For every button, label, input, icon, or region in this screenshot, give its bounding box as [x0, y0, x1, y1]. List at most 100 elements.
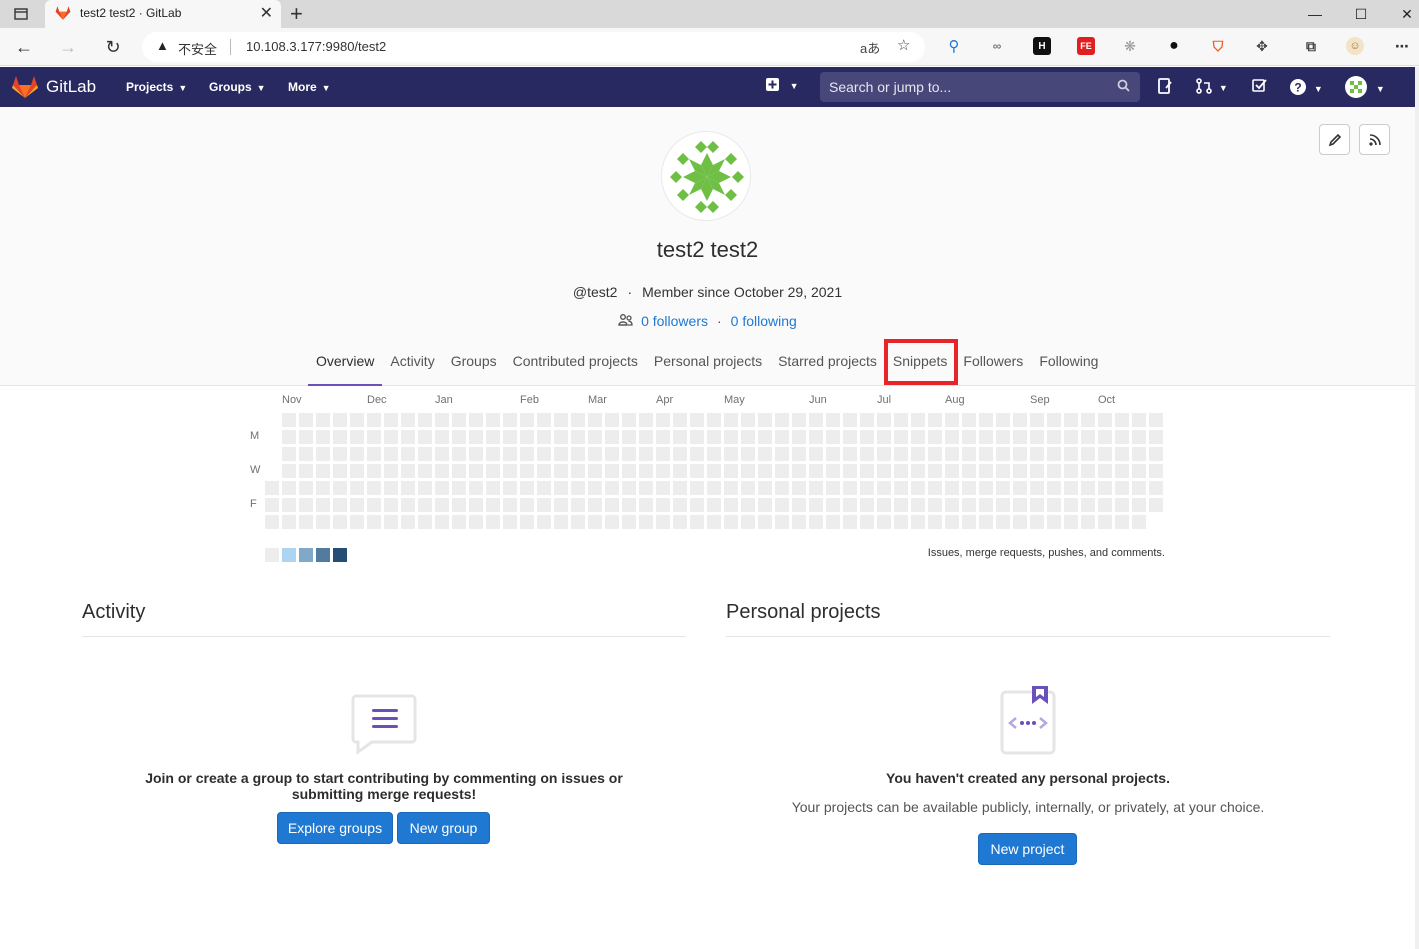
calendar-day-cell[interactable] [486, 447, 500, 461]
calendar-day-cell[interactable] [690, 430, 704, 444]
calendar-day-cell[interactable] [316, 498, 330, 512]
calendar-day-cell[interactable] [809, 498, 823, 512]
calendar-day-cell[interactable] [1030, 481, 1044, 495]
calendar-day-cell[interactable] [503, 430, 517, 444]
tab-groups[interactable]: Groups [443, 343, 505, 386]
calendar-day-cell[interactable] [1047, 515, 1061, 529]
calendar-day-cell[interactable] [350, 447, 364, 461]
calendar-day-cell[interactable] [758, 464, 772, 478]
followers-link[interactable]: 0 followers [641, 313, 708, 329]
calendar-day-cell[interactable] [418, 481, 432, 495]
calendar-day-cell[interactable] [1013, 413, 1027, 427]
calendar-day-cell[interactable] [588, 464, 602, 478]
favorite-star-icon[interactable]: ☆ [897, 36, 910, 54]
calendar-day-cell[interactable] [979, 430, 993, 444]
calendar-day-cell[interactable] [452, 430, 466, 444]
calendar-day-cell[interactable] [1013, 498, 1027, 512]
calendar-day-cell[interactable] [554, 515, 568, 529]
calendar-day-cell[interactable] [1030, 464, 1044, 478]
calendar-day-cell[interactable] [588, 515, 602, 529]
calendar-day-cell[interactable] [401, 498, 415, 512]
calendar-day-cell[interactable] [843, 464, 857, 478]
calendar-day-cell[interactable] [809, 430, 823, 444]
calendar-day-cell[interactable] [486, 413, 500, 427]
calendar-day-cell[interactable] [945, 481, 959, 495]
calendar-day-cell[interactable] [809, 413, 823, 427]
calendar-day-cell[interactable] [265, 481, 279, 495]
edit-profile-button[interactable] [1319, 124, 1350, 155]
calendar-day-cell[interactable] [435, 481, 449, 495]
calendar-day-cell[interactable] [350, 498, 364, 512]
calendar-day-cell[interactable] [962, 515, 976, 529]
calendar-day-cell[interactable] [1081, 515, 1095, 529]
calendar-day-cell[interactable] [826, 464, 840, 478]
calendar-day-cell[interactable] [792, 447, 806, 461]
calendar-day-cell[interactable] [741, 464, 755, 478]
calendar-day-cell[interactable] [554, 447, 568, 461]
calendar-day-cell[interactable] [571, 413, 585, 427]
calendar-day-cell[interactable] [894, 498, 908, 512]
calendar-day-cell[interactable] [945, 447, 959, 461]
calendar-day-cell[interactable] [1064, 515, 1078, 529]
calendar-day-cell[interactable] [843, 447, 857, 461]
calendar-day-cell[interactable] [1064, 447, 1078, 461]
calendar-day-cell[interactable] [469, 447, 483, 461]
calendar-day-cell[interactable] [860, 413, 874, 427]
calendar-day-cell[interactable] [639, 464, 653, 478]
calendar-day-cell[interactable] [894, 515, 908, 529]
calendar-day-cell[interactable] [299, 447, 313, 461]
calendar-day-cell[interactable] [282, 413, 296, 427]
calendar-day-cell[interactable] [1115, 498, 1129, 512]
calendar-day-cell[interactable] [758, 481, 772, 495]
calendar-day-cell[interactable] [469, 498, 483, 512]
calendar-day-cell[interactable] [792, 481, 806, 495]
calendar-day-cell[interactable] [1081, 481, 1095, 495]
calendar-day-cell[interactable] [1047, 481, 1061, 495]
tab-activity[interactable]: Activity [382, 343, 442, 386]
calendar-day-cell[interactable] [622, 464, 636, 478]
calendar-day-cell[interactable] [282, 515, 296, 529]
calendar-day-cell[interactable] [452, 447, 466, 461]
calendar-day-cell[interactable] [571, 464, 585, 478]
calendar-day-cell[interactable] [469, 430, 483, 444]
calendar-day-cell[interactable] [996, 515, 1010, 529]
calendar-day-cell[interactable] [1047, 430, 1061, 444]
calendar-day-cell[interactable] [435, 413, 449, 427]
calendar-day-cell[interactable] [741, 447, 755, 461]
calendar-day-cell[interactable] [1081, 447, 1095, 461]
calendar-day-cell[interactable] [452, 515, 466, 529]
tab-followers[interactable]: Followers [955, 343, 1031, 386]
calendar-day-cell[interactable] [741, 481, 755, 495]
calendar-day-cell[interactable] [826, 413, 840, 427]
calendar-day-cell[interactable] [979, 413, 993, 427]
calendar-day-cell[interactable] [860, 430, 874, 444]
calendar-day-cell[interactable] [758, 413, 772, 427]
calendar-day-cell[interactable] [945, 464, 959, 478]
calendar-day-cell[interactable] [758, 447, 772, 461]
calendar-day-cell[interactable] [724, 413, 738, 427]
rss-feed-button[interactable] [1359, 124, 1390, 155]
calendar-day-cell[interactable] [452, 498, 466, 512]
calendar-day-cell[interactable] [571, 430, 585, 444]
calendar-day-cell[interactable] [1132, 498, 1146, 512]
calendar-day-cell[interactable] [418, 430, 432, 444]
help-icon[interactable]: ? ▼ [1289, 78, 1323, 99]
extension-h-icon[interactable]: H [1033, 37, 1051, 55]
calendar-day-cell[interactable] [1132, 413, 1146, 427]
calendar-day-cell[interactable] [554, 464, 568, 478]
calendar-day-cell[interactable] [928, 515, 942, 529]
tab-starred-projects[interactable]: Starred projects [770, 343, 885, 386]
calendar-day-cell[interactable] [1132, 447, 1146, 461]
calendar-day-cell[interactable] [860, 447, 874, 461]
calendar-day-cell[interactable] [928, 413, 942, 427]
calendar-day-cell[interactable] [367, 464, 381, 478]
calendar-day-cell[interactable] [945, 515, 959, 529]
calendar-day-cell[interactable] [333, 515, 347, 529]
calendar-day-cell[interactable] [299, 413, 313, 427]
calendar-day-cell[interactable] [1047, 498, 1061, 512]
calendar-day-cell[interactable] [707, 464, 721, 478]
projects-menu[interactable]: Projects ▼ [126, 80, 187, 94]
calendar-day-cell[interactable] [962, 498, 976, 512]
calendar-day-cell[interactable] [503, 481, 517, 495]
calendar-day-cell[interactable] [860, 515, 874, 529]
